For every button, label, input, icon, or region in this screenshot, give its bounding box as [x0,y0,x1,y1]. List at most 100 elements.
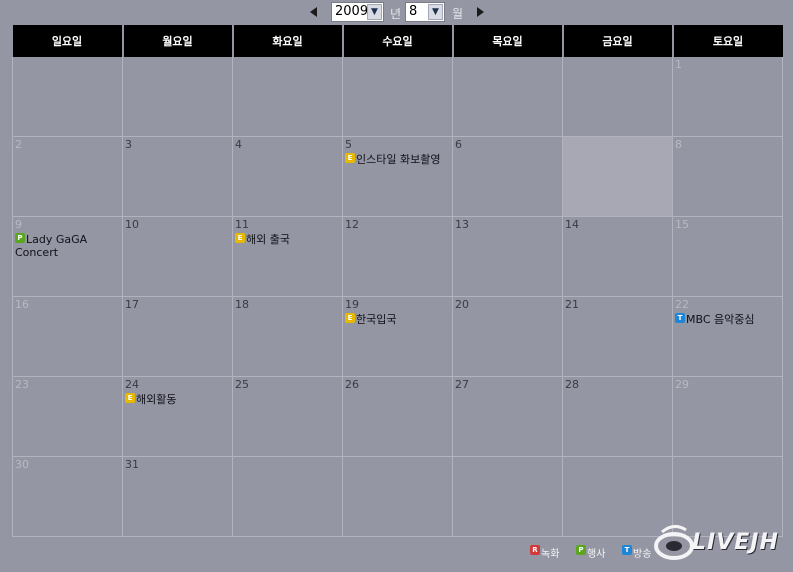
day-cell[interactable] [562,136,673,217]
event-title: 해외 출국 [246,233,290,246]
day-cell[interactable]: 10 [122,216,233,297]
day-number: 19 [345,298,359,311]
day-number [565,58,670,71]
chevron-down-icon[interactable]: ▼ [428,4,443,20]
day-cell[interactable]: 3 [122,136,233,217]
day-cell[interactable]: 30 [12,456,123,537]
day-cell[interactable]: 1 [672,57,783,137]
day-number: 26 [345,378,359,391]
event-type-badge-icon: E [345,153,355,163]
calendar-event[interactable]: T MBC 음악중심 [675,313,780,326]
day-number: 4 [235,138,242,151]
legend-item: T 방송 [622,545,651,560]
day-cell[interactable]: 18 [232,296,343,377]
calendar-event[interactable]: E 한국입국 [345,313,450,326]
calendar-event[interactable]: E 해외 출국 [235,233,340,246]
week-row: 23 24 E 해외활동 25 26 27 28 29 [12,376,783,457]
day-cell[interactable]: 8 [672,136,783,217]
day-cell[interactable] [342,456,453,537]
day-cell[interactable]: 5 E 인스타일 화보촬영 [342,136,453,217]
day-number: 5 [345,138,352,151]
day-number: 20 [455,298,469,311]
event-title: MBC 음악중심 [686,313,755,326]
weekday-header: 금요일 [561,25,673,57]
day-number: 30 [15,458,29,471]
weekday-header: 목요일 [451,25,563,57]
day-cell[interactable] [122,57,233,137]
day-number [565,138,670,151]
week-row: 16 17 18 19 E 한국입국 20 21 22 T MBC 음악중심 [12,296,783,377]
day-cell[interactable]: 15 [672,216,783,297]
day-number: 14 [565,218,579,231]
day-cell[interactable]: 17 [122,296,233,377]
day-cell[interactable]: 23 [12,376,123,457]
legend-badge-icon: P [576,545,586,555]
legend-label: 행사 [587,549,606,560]
day-cell[interactable] [232,57,343,137]
day-cell[interactable]: 29 [672,376,783,457]
day-number: 28 [565,378,579,391]
day-number [345,458,450,471]
day-number: 31 [125,458,139,471]
legend-label: 방송 [633,549,652,560]
day-cell[interactable] [232,456,343,537]
day-cell[interactable]: 6 [452,136,563,217]
day-number: 27 [455,378,469,391]
weekday-header: 토요일 [671,25,783,57]
day-number: 13 [455,218,469,231]
day-cell[interactable]: 25 [232,376,343,457]
calendar-event[interactable]: P Lady GaGA Concert [15,233,120,259]
week-row: 2 3 4 5 E 인스타일 화보촬영 6 8 [12,136,783,217]
day-cell[interactable] [562,57,673,137]
day-cell[interactable]: 11 E 해외 출국 [232,216,343,297]
day-number: 9 [15,218,22,231]
calendar-grid: 일요일 월요일 화요일 수요일 목요일 금요일 토요일 1 2 3 4 5 E 인스타일 화보촬영 6 8… [12,25,783,537]
day-number: 8 [675,138,682,151]
day-cell[interactable]: 27 [452,376,563,457]
day-number: 16 [15,298,29,311]
day-cell[interactable]: 24 E 해외활동 [122,376,233,457]
day-cell[interactable]: 12 [342,216,453,297]
day-number [15,58,120,71]
day-number [565,458,670,471]
day-cell[interactable]: 16 [12,296,123,377]
day-cell[interactable] [12,57,123,137]
event-type-badge-icon: E [125,393,135,403]
day-cell[interactable]: 26 [342,376,453,457]
weekday-header: 일요일 [12,25,123,57]
day-cell[interactable]: 2 [12,136,123,217]
day-cell[interactable] [342,57,453,137]
day-cell[interactable]: 28 [562,376,673,457]
event-title: 한국입국 [356,313,397,326]
day-number [235,58,340,71]
day-number: 24 [125,378,139,391]
day-cell[interactable] [452,456,563,537]
calendar-event[interactable]: E 인스타일 화보촬영 [345,153,450,166]
logo-text: LIVEJH [692,530,779,555]
week-row: 9 P Lady GaGA Concert 10 11 E 해외 출국 12 13 14 15 [12,216,783,297]
month-select[interactable]: 8 ▼ [405,2,445,22]
day-cell[interactable]: 20 [452,296,563,377]
day-cell[interactable]: 21 [562,296,673,377]
week-row: 1 [12,57,783,137]
event-type-badge-icon: P [15,233,25,243]
day-cell[interactable]: 19 E 한국입국 [342,296,453,377]
day-cell[interactable]: 13 [452,216,563,297]
day-number: 15 [675,218,689,231]
month-value: 8 [409,4,418,19]
day-cell[interactable] [452,57,563,137]
day-cell[interactable]: 9 P Lady GaGA Concert [12,216,123,297]
day-number: 10 [125,218,139,231]
day-cell[interactable]: 31 [122,456,233,537]
calendar-event[interactable]: E 해외활동 [125,393,230,406]
chevron-down-icon[interactable]: ▼ [367,4,382,20]
day-cell[interactable]: 14 [562,216,673,297]
day-cell[interactable]: 22 T MBC 음악중심 [672,296,783,377]
day-cell[interactable]: 4 [232,136,343,217]
next-month-arrow-icon[interactable] [477,7,484,17]
day-number: 22 [675,298,689,311]
day-number: 18 [235,298,249,311]
prev-month-arrow-icon[interactable] [310,7,317,17]
year-select[interactable]: 2009 ▼ [331,2,384,22]
day-number: 6 [455,138,462,151]
